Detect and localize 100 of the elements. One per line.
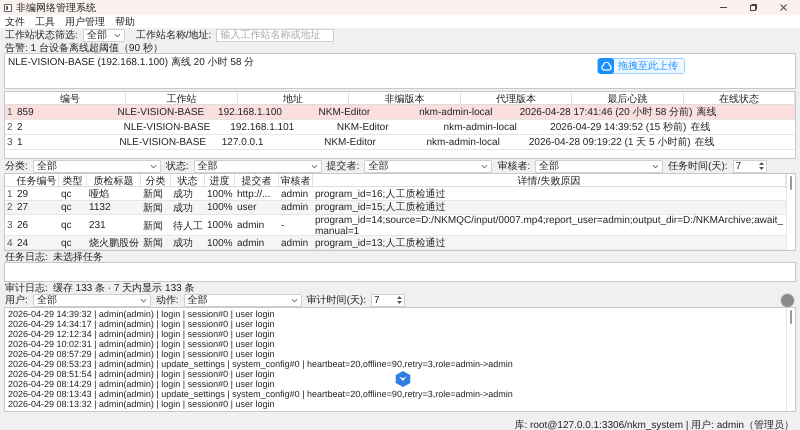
column-header[interactable]: 状态 bbox=[171, 174, 205, 188]
column-header[interactable]: 详情/失败原因 bbox=[313, 174, 786, 188]
audit-log-summary: 缓存 133 条 · 7 天内显示 133 条 bbox=[52, 282, 194, 294]
app-icon bbox=[4, 4, 12, 12]
table-cell-text: 27 bbox=[16, 202, 30, 214]
table-cell-text: 2026-04-28 09:19:22 (1 天 5 小时前) bbox=[528, 136, 692, 149]
alert-label: 告警: 1 台设备离线超阈值（90 秒） bbox=[5, 42, 163, 54]
spin-arrows-icon bbox=[397, 296, 402, 304]
table-row[interactable]: 1 859 NLE-VISION-BASE 192.168.1.100 NKM-Editor nkm-admin-local 2026-04-28 17:41:46 (20 小时 58 分前) 离线 bbox=[5, 105, 795, 120]
table-cell-text: 26 bbox=[16, 220, 30, 232]
window-title: 非编网络管理系统 bbox=[16, 2, 97, 14]
table-cell-text: program_id=13;人工质检通过 bbox=[314, 238, 446, 249]
table-cell-text: admin bbox=[280, 202, 310, 214]
table-cell-text: 2 bbox=[16, 122, 24, 132]
restore-icon bbox=[750, 4, 756, 11]
table-cell-text: NLE-VISION-BASE bbox=[122, 122, 212, 132]
table-cell-text: NLE-VISION-BASE bbox=[116, 106, 206, 118]
filter-label: 审计时间(天): bbox=[306, 294, 366, 307]
table-cell-text: nkm-admin-local bbox=[442, 122, 518, 132]
row-number: 4 bbox=[6, 238, 14, 249]
avatar[interactable] bbox=[780, 292, 795, 308]
scrollbar[interactable] bbox=[786, 174, 795, 250]
number-spinner[interactable]: 7 bbox=[732, 160, 767, 172]
log-line: 2026-04-29 08:53:23 | admin(admin) | update_settings | system_config#0 | heartbeat=20,offline=90,retry=3,role=admin->admin bbox=[8, 359, 514, 369]
table-cell-text: qc bbox=[60, 220, 73, 232]
table-cell-text: 在线 bbox=[689, 120, 712, 134]
table-cell-text: qc bbox=[60, 202, 73, 214]
column-header[interactable]: 进度 bbox=[205, 174, 235, 188]
table-cell-text: 2026-04-28 17:41:46 (20 小时 58 分前) bbox=[518, 106, 694, 119]
task-log-status: 未选择任务 bbox=[52, 250, 103, 264]
filter-label: 分类: bbox=[5, 160, 28, 173]
log-line: 2026-04-29 08:14:29 | admin(admin) | login | session#0 | user login bbox=[8, 379, 276, 389]
table-cell-text: program_id=16;人工质检通过 bbox=[314, 188, 446, 200]
row-number: 3 bbox=[6, 220, 14, 232]
table-cell-text: 1132 bbox=[88, 202, 112, 214]
menu-item[interactable]: 帮助 bbox=[115, 14, 135, 28]
column-header[interactable]: 审核者 bbox=[279, 174, 313, 188]
table-cell-text: 192.168.1.101 bbox=[229, 122, 296, 132]
table-cell-text: 231 bbox=[88, 220, 107, 232]
column-header[interactable]: 任务编号 bbox=[15, 174, 59, 188]
table-row[interactable]: 2 27 qc 1132 新闻 成功 100% user admin program_id=15;人工质检通过 bbox=[5, 200, 786, 215]
scrollbar[interactable] bbox=[786, 308, 795, 411]
table-cell-text: NKM-Editor bbox=[336, 122, 390, 132]
table-cell-text: 2026-04-29 14:39:52 (15 秒前) bbox=[549, 120, 688, 134]
filter-label: 动作: bbox=[156, 294, 179, 307]
dropdown-caret-icon bbox=[290, 298, 298, 302]
menu-item[interactable]: 工具 bbox=[35, 14, 55, 28]
log-line: 2026-04-29 14:34:17 | admin(admin) | login | session#0 | user login bbox=[8, 319, 276, 329]
table-row[interactable]: 4 24 qc 烧火鹏股份 新闻 成功 100% admin admin program_id=13;人工质检通过 bbox=[5, 236, 786, 250]
column-header[interactable]: 提交者 bbox=[235, 174, 279, 188]
row-number: 1 bbox=[6, 106, 14, 118]
table-cell-text: - bbox=[280, 220, 286, 232]
column-header[interactable]: 类型 bbox=[59, 174, 87, 188]
dropdown-caret-icon bbox=[481, 164, 488, 168]
column-header[interactable]: 质检标题 bbox=[87, 174, 141, 188]
table-cell-text: nkm-admin-local bbox=[418, 106, 494, 118]
dropdown-caret-icon bbox=[140, 298, 147, 302]
log-line: 2026-04-29 08:13:32 | admin(admin) | login | session#0 | user login bbox=[8, 399, 276, 409]
audit-log-label: 审计日志: bbox=[5, 282, 48, 294]
dropdown-caret-icon bbox=[652, 164, 660, 168]
dropdown[interactable]: 全部 bbox=[32, 160, 161, 172]
dropdown-caret-icon bbox=[150, 164, 157, 168]
table-cell-text: 离线 bbox=[695, 106, 718, 119]
log-line: 2026-04-29 08:57:29 | admin(admin) | login | session#0 | user login bbox=[8, 349, 276, 359]
table-cell-text: 新闻 bbox=[142, 236, 164, 250]
dropdown[interactable]: 全部 bbox=[82, 28, 125, 42]
table-cell-text: 成功 bbox=[172, 202, 194, 215]
search-field[interactable]: 输入工作站名称或地址 bbox=[216, 28, 334, 42]
dropdown[interactable]: 全部 bbox=[194, 160, 322, 172]
dropdown[interactable]: 全部 bbox=[535, 160, 664, 172]
table-cell-text: 100% bbox=[206, 188, 234, 200]
table-row[interactable]: 3 1 NLE-VISION-BASE 127.0.0.1 NKM-Editor nkm-admin-local 2026-04-28 09:19:22 (1 天 5 小时前) 在线 bbox=[5, 135, 795, 150]
row-number: 2 bbox=[6, 122, 14, 132]
log-line: 2026-04-29 12:12:34 | admin(admin) | login | session#0 | user login bbox=[8, 329, 276, 339]
table-cell-text: admin bbox=[280, 238, 310, 249]
table-cell-text: 1 bbox=[16, 136, 24, 148]
menu-item[interactable]: 用户管理 bbox=[65, 14, 105, 28]
menu-item[interactable]: 文件 bbox=[5, 14, 25, 28]
table-cell-text: admin bbox=[236, 220, 266, 232]
row-number: 3 bbox=[6, 136, 14, 148]
table-cell-text: 成功 bbox=[172, 236, 194, 250]
table-cell-text: 新闻 bbox=[142, 220, 164, 233]
dropdown[interactable]: 全部 bbox=[364, 160, 492, 172]
table-cell-text: qc bbox=[60, 238, 73, 249]
dropdown[interactable]: 全部 bbox=[184, 294, 302, 306]
table-cell-text: 烧火鹏股份 bbox=[88, 236, 140, 250]
table-cell-text: 新闻 bbox=[142, 188, 164, 201]
number-spinner[interactable]: 7 bbox=[371, 294, 406, 306]
dropdown-caret-icon bbox=[310, 164, 318, 168]
column-header[interactable]: 分类 bbox=[141, 174, 171, 188]
table-cell-text: 100% bbox=[206, 202, 234, 214]
hexagon-logo-icon[interactable] bbox=[395, 370, 411, 388]
row-number: 1 bbox=[6, 188, 14, 200]
alert-message: NLE-VISION-BASE (192.168.1.100) 离线 20 小时 58 分 bbox=[8, 57, 254, 68]
close-icon bbox=[780, 4, 786, 11]
dropdown[interactable]: 全部 bbox=[32, 294, 151, 306]
table-cell-text: 29 bbox=[16, 188, 30, 200]
table-cell-text: 哑焰 bbox=[88, 188, 110, 201]
table-cell-text: admin bbox=[236, 238, 266, 249]
table-row[interactable]: 2 2 NLE-VISION-BASE 192.168.1.101 NKM-Editor nkm-admin-local 2026-04-29 14:39:52 (15 秒前) 在线 bbox=[5, 120, 795, 135]
